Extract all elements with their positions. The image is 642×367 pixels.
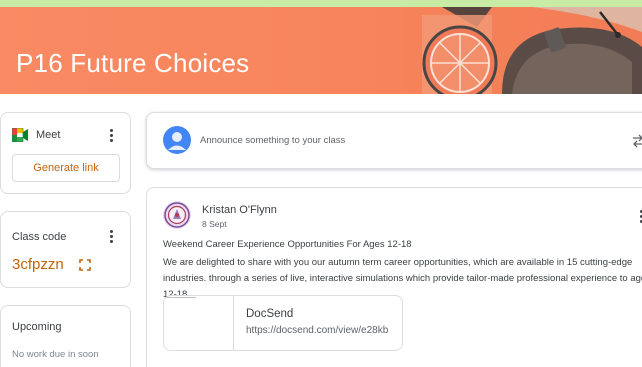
meet-card: Meet Generate link <box>0 112 131 194</box>
meet-label: Meet <box>36 129 61 141</box>
post-date: 8 Sept <box>202 219 227 229</box>
attachment-url: https://docsend.com/view/e28kb <box>246 325 389 336</box>
class-code-label: Class code <box>12 231 67 243</box>
upcoming-message: No work due in soon <box>12 349 99 360</box>
repost-icon[interactable] <box>632 134 642 148</box>
banner-illustration <box>422 7 642 94</box>
post-author: Kristan O'Flynn <box>202 204 277 216</box>
attachment-link[interactable]: DocSend https://docsend.com/view/e28kb <box>163 295 403 351</box>
class-code-card: Class code 3cfpzzn <box>0 211 131 288</box>
announce-box[interactable]: Announce something to your class <box>146 112 642 169</box>
attachment-title: DocSend <box>246 308 294 320</box>
meet-kebab-menu-icon[interactable] <box>110 129 114 144</box>
post-title: Weekend Career Experience Opportunities … <box>163 239 412 250</box>
class-code-kebab-menu-icon[interactable] <box>110 230 114 245</box>
top-strip <box>0 0 642 7</box>
google-meet-icon <box>12 128 28 142</box>
user-avatar-icon <box>163 126 191 154</box>
upcoming-title: Upcoming <box>12 321 62 333</box>
class-code-value: 3cfpzzn <box>12 256 64 273</box>
generate-link-button[interactable]: Generate link <box>12 154 120 182</box>
announce-placeholder[interactable]: Announce something to your class <box>200 135 345 146</box>
upcoming-card: Upcoming No work due in soon <box>0 305 131 367</box>
class-title: P16 Future Choices <box>16 48 250 78</box>
attachment-thumbnail <box>164 296 234 350</box>
stream-post: Kristan O'Flynn 8 Sept Weekend Career Ex… <box>146 187 642 367</box>
teacher-avatar-icon <box>163 201 191 229</box>
expand-icon[interactable] <box>79 259 91 271</box>
class-banner: P16 Future Choices <box>0 7 642 94</box>
